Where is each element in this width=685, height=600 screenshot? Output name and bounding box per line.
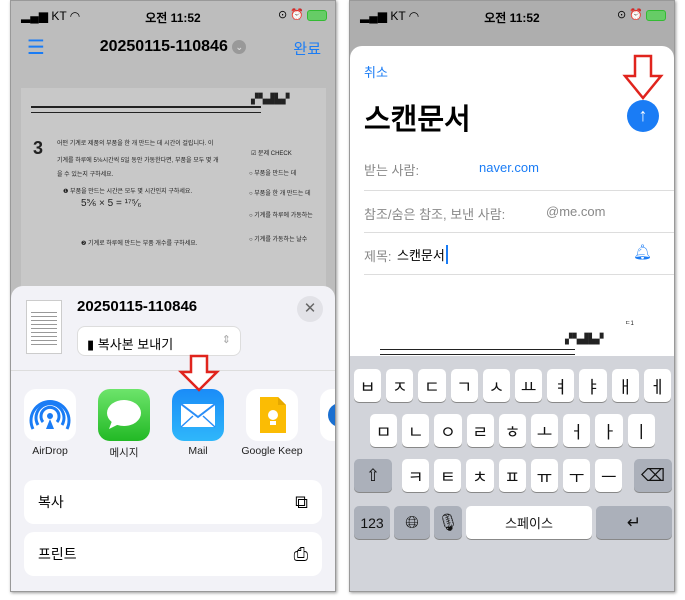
key[interactable]: ㅓ <box>563 414 591 447</box>
share-filename: 20250115-110846 <box>77 298 198 315</box>
key[interactable]: ㅈ <box>386 369 414 402</box>
key[interactable]: ㄹ <box>466 414 494 447</box>
app-label: AirDrop <box>32 445 68 457</box>
battery-icon <box>646 9 666 21</box>
from-address[interactable]: @me.com <box>546 204 605 219</box>
key[interactable]: ㅔ <box>643 369 671 402</box>
bell-icon[interactable]: 🔔︎ <box>633 243 652 261</box>
red-arrow-annotation <box>622 54 664 100</box>
key[interactable]: ㅠ <box>530 459 558 492</box>
divider <box>11 370 335 371</box>
return-key[interactable]: ↵ <box>596 506 672 539</box>
key[interactable]: ㅇ <box>434 414 462 447</box>
status-bar: ▂▄▆ KT ◠ 오전 11:52 ⊙ ⏰ <box>11 7 335 27</box>
share-sheet: 20250115-110846 ▮ 복사본 보내기 ⇕ ✕ AirDrop 메시… <box>11 286 335 591</box>
key[interactable]: ㅗ <box>531 414 559 447</box>
red-arrow-annotation <box>178 354 220 392</box>
key[interactable]: ㅜ <box>563 459 591 492</box>
key[interactable]: ㄱ <box>450 369 478 402</box>
app-airdrop[interactable] <box>24 389 76 441</box>
shift-icon: ⇧ <box>365 465 381 485</box>
space-key[interactable]: 스페이스 <box>466 506 592 539</box>
envelope-icon <box>180 403 216 428</box>
send-copy-select[interactable]: ▮ 복사본 보내기 ⇕ <box>77 326 241 356</box>
action-print[interactable]: 프린트 ⎙ <box>24 532 322 576</box>
to-label: 받는 사람: <box>364 163 420 178</box>
key[interactable]: ㅍ <box>498 459 526 492</box>
key[interactable]: ㅣ <box>627 414 655 447</box>
document-title-menu[interactable]: 20250115-110846 ⌄ <box>11 38 335 56</box>
key[interactable]: ㅕ <box>547 369 575 402</box>
globe-key[interactable]: 🌐︎ <box>394 506 430 539</box>
chevron-updown-icon: ⇕ <box>221 334 231 346</box>
battery-icon <box>307 9 327 21</box>
subject-input[interactable]: 스캔문서 <box>397 245 448 264</box>
key[interactable]: ㅑ <box>579 369 607 402</box>
microphone-icon: 🎙︎ <box>437 512 459 532</box>
key[interactable]: ㅌ <box>434 459 462 492</box>
subject-label: 제목: <box>364 249 392 264</box>
mail-compose-screen: ▂▄▆ KT ◠ 오전 11:52 ⊙ ⏰ 취소 스캔문서 ↑ 받는 사람: n… <box>349 0 675 592</box>
close-button[interactable]: ✕ <box>297 296 323 322</box>
divider <box>364 274 674 275</box>
key[interactable]: ㅡ <box>595 459 623 492</box>
printer-icon: ⎙ <box>293 543 308 564</box>
dictation-key[interactable]: 🎙︎ <box>434 506 462 539</box>
alarm-icon: ⊙ ⏰ <box>616 9 643 21</box>
key[interactable]: ㅅ <box>482 369 510 402</box>
cancel-button[interactable]: 취소 <box>364 62 388 81</box>
key[interactable]: ㅛ <box>515 369 543 402</box>
key[interactable]: ㅐ <box>611 369 639 402</box>
key[interactable]: ㄷ <box>418 369 446 402</box>
message-bubble-icon <box>107 400 141 429</box>
app-mail[interactable] <box>172 389 224 441</box>
globe-icon: 🌐︎ <box>405 512 419 532</box>
app-label: 메시지 <box>109 447 139 459</box>
divider <box>364 190 674 191</box>
mail-title: 스캔문서 <box>364 104 471 136</box>
key[interactable]: ㅎ <box>498 414 526 447</box>
cc-label: 참조/숨은 참조, 보낸 사람: <box>364 207 506 222</box>
backspace-key[interactable]: ⌫ <box>634 459 672 492</box>
key[interactable]: ㄴ <box>402 414 430 447</box>
document-icon: ▮ <box>87 337 95 352</box>
to-recipient[interactable]: naver.com <box>479 160 539 175</box>
action-copy[interactable]: 복사 ⧉ <box>24 480 322 524</box>
app-more[interactable] <box>320 389 335 441</box>
send-button[interactable]: ↑ <box>627 100 659 132</box>
done-button[interactable]: 완료 <box>293 38 321 59</box>
nav-bar: ☰ 20250115-110846 ⌄ 완료 <box>11 35 335 61</box>
shift-key[interactable]: ⇧ <box>354 459 392 492</box>
close-icon: ✕ <box>303 300 317 317</box>
divider <box>364 232 674 233</box>
google-keep-icon <box>260 397 286 433</box>
arrow-up-icon: ↑ <box>638 105 648 125</box>
backspace-icon: ⌫ <box>640 465 666 485</box>
key[interactable]: ㅏ <box>595 414 623 447</box>
app-label: Google Keep <box>241 445 303 457</box>
document-thumbnail <box>26 300 62 354</box>
chevron-down-icon: ⌄ <box>232 39 247 54</box>
app-messages[interactable] <box>98 389 150 441</box>
return-icon: ↵ <box>626 512 642 532</box>
status-bar: ▂▄▆ KT ◠ 오전 11:52 ⊙ ⏰ <box>350 7 674 27</box>
korean-keyboard: ⇧ ⌫ 123 🌐︎ 🎙︎ 스페이스 ↵ ㅂㅈㄷㄱㅅㅛㅕㅑㅐㅔㅁㄴㅇㄹㅎㅗㅓㅏㅣ… <box>350 356 674 591</box>
share-screen: ▂▄▆ KT ◠ 오전 11:52 ⊙ ⏰ ☰ 20250115-110846 … <box>10 0 336 592</box>
copy-icon: ⧉ <box>295 491 308 512</box>
key[interactable]: ㅁ <box>370 414 398 447</box>
alarm-icon: ⊙ ⏰ <box>277 9 304 21</box>
airdrop-icon <box>29 400 71 430</box>
key[interactable]: ㅊ <box>466 459 494 492</box>
key[interactable]: ㅋ <box>402 459 430 492</box>
app-label: Mail <box>188 445 208 457</box>
scanned-document-preview: ▞▚▟▙▞ 3 어떤 기계로 제품의 부품을 한 개 만드는 데 시간이 걸립니… <box>21 88 326 288</box>
key[interactable]: ㅂ <box>354 369 382 402</box>
numbers-key[interactable]: 123 <box>354 506 390 539</box>
app-google-keep[interactable] <box>246 389 298 441</box>
